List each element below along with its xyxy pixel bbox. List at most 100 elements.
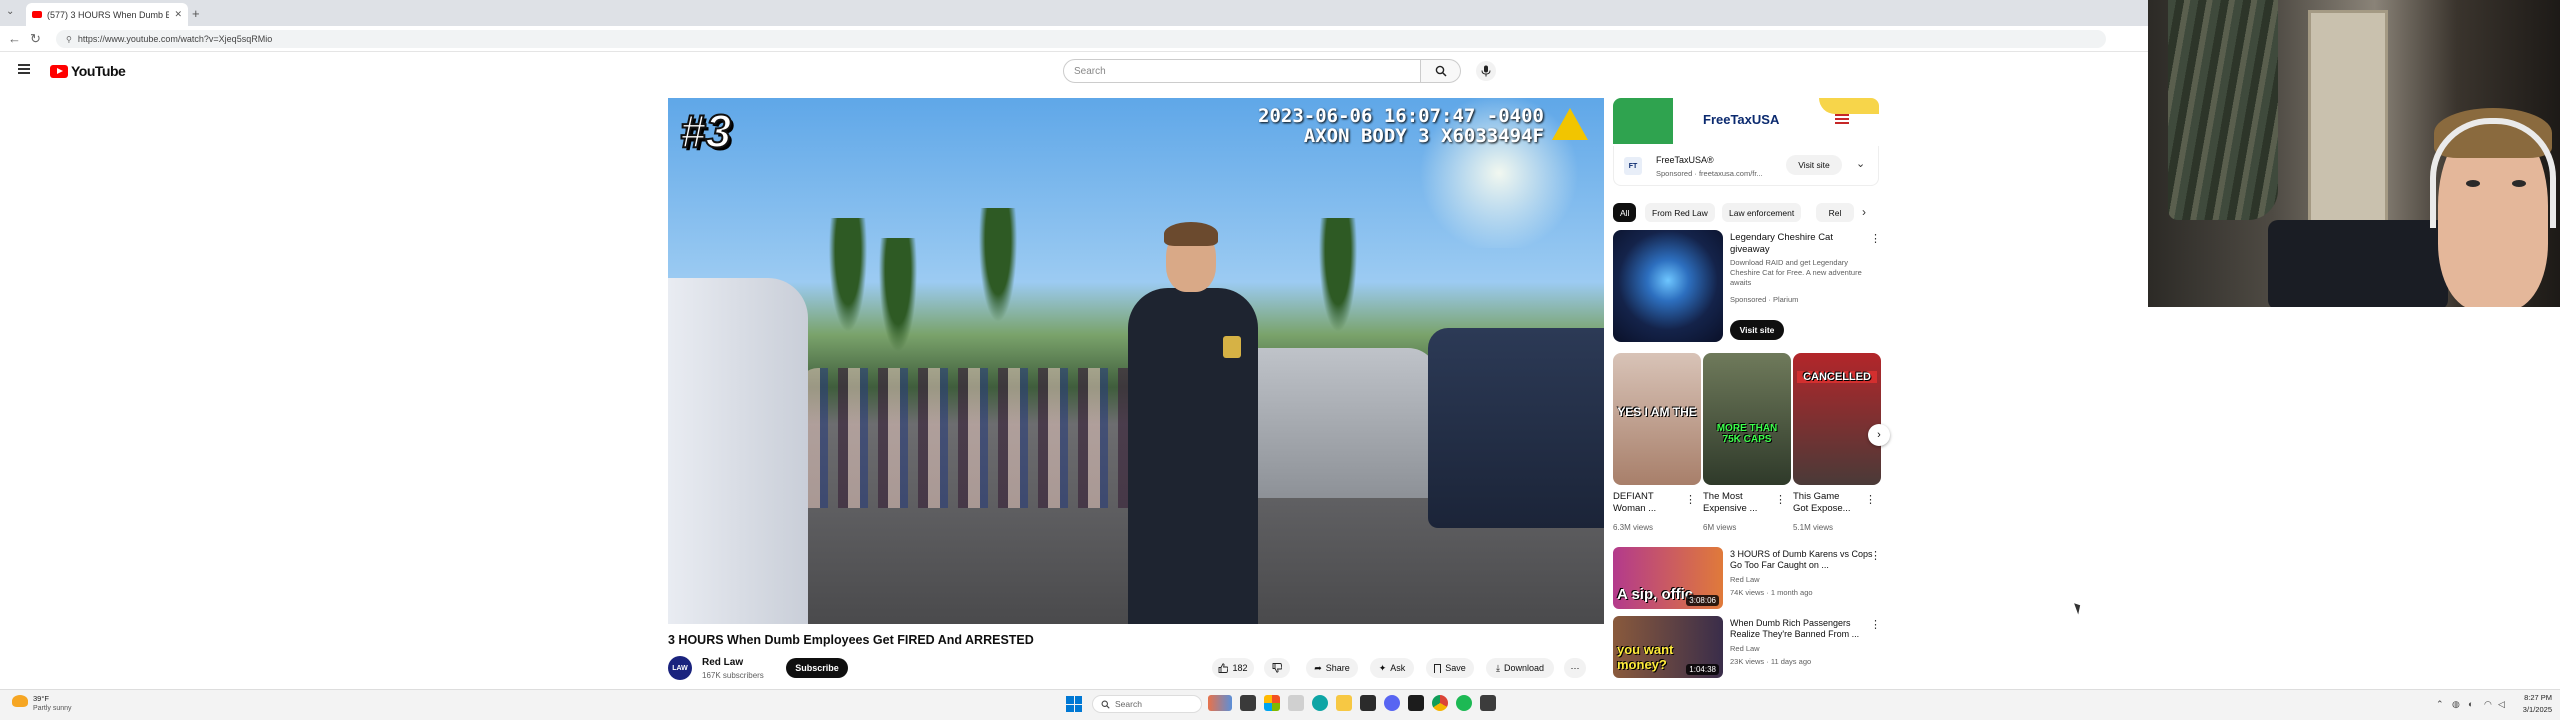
- thumbs-up-icon: [1219, 663, 1229, 673]
- like-button[interactable]: 182: [1212, 658, 1254, 678]
- clock-time[interactable]: 8:27 PM: [2512, 693, 2552, 702]
- ad-banner[interactable]: FreeTaxUSA: [1613, 98, 1879, 144]
- taskbar-search[interactable]: Search: [1092, 695, 1202, 713]
- more-actions-button[interactable]: ⋯: [1564, 658, 1586, 678]
- recommended-thumbnail[interactable]: A sip, offic 3:08:06: [1613, 547, 1723, 609]
- youtube-logo[interactable]: YouTube: [50, 63, 126, 79]
- site-info-icon[interactable]: ⚲: [66, 35, 72, 44]
- save-button[interactable]: Save: [1426, 658, 1474, 678]
- weather-description: Partly sunny: [33, 705, 72, 712]
- chevron-right-icon[interactable]: ›: [1868, 424, 1890, 446]
- video-player[interactable]: #3 2023-06-06 16:07:47 -0400 AXON BODY 3…: [668, 98, 1604, 624]
- tray-app-icon[interactable]: ◍: [2452, 699, 2460, 710]
- recommended-duration: 3:08:06: [1686, 595, 1719, 606]
- short-thumbnail[interactable]: MORE THAN 75K CAPS: [1703, 353, 1791, 485]
- share-button[interactable]: ➦ Share: [1306, 658, 1358, 678]
- short-thumbnail[interactable]: CANCELLED: [1793, 353, 1881, 485]
- task-view-icon[interactable]: [1240, 695, 1256, 711]
- discord-icon[interactable]: [1384, 695, 1400, 711]
- promo-title[interactable]: Legendary Cheshire Cat giveaway: [1730, 232, 1870, 256]
- promo-thumbnail[interactable]: [1613, 230, 1723, 342]
- weather-icon[interactable]: [12, 695, 28, 707]
- webcam-scene-door: [2308, 10, 2388, 240]
- ask-button[interactable]: ✦ Ask: [1370, 658, 1414, 678]
- file-explorer-icon[interactable]: [1336, 695, 1352, 711]
- promo-more-icon[interactable]: ⋮: [1870, 232, 1881, 245]
- recommended-title[interactable]: 3 HOURS of Dumb Karens vs Cops Go Too Fa…: [1730, 549, 1880, 571]
- weather-temperature[interactable]: 39°F: [33, 694, 49, 703]
- channel-avatar[interactable]: LAW: [668, 656, 692, 680]
- promo-visit-site-button[interactable]: Visit site: [1730, 320, 1784, 340]
- video-overlay-number: #3: [679, 104, 732, 158]
- video-scene-officer: [1118, 208, 1268, 624]
- recommended-title[interactable]: When Dumb Rich Passengers Realize They'r…: [1730, 618, 1880, 640]
- ad-visit-site-button[interactable]: Visit site: [1786, 155, 1842, 175]
- dislike-button[interactable]: [1264, 658, 1290, 678]
- short-more-icon[interactable]: ⋮: [1775, 493, 1786, 506]
- browser-tab-bar: [0, 0, 2148, 26]
- promo-description: Download RAID and get Legendary Cheshire…: [1730, 258, 1862, 287]
- search-icon: [1435, 65, 1447, 77]
- webcam-streamer-eye: [2466, 180, 2480, 187]
- headset-icon: [2430, 118, 2556, 228]
- menu-icon[interactable]: [18, 64, 30, 74]
- app-icon[interactable]: [1360, 695, 1376, 711]
- tray-app-icon[interactable]: ◐: [2468, 699, 2473, 709]
- short-more-icon[interactable]: ⋮: [1865, 493, 1876, 506]
- recommended-thumbnail[interactable]: you want money? 1:04:38: [1613, 616, 1723, 678]
- reload-button[interactable]: ↻: [30, 31, 41, 47]
- chevron-right-icon[interactable]: ›: [1862, 205, 1866, 219]
- tab-menu-icon[interactable]: ⌄: [6, 6, 14, 17]
- recommended-channel[interactable]: Red Law: [1730, 575, 1760, 584]
- recommended-channel[interactable]: Red Law: [1730, 644, 1760, 653]
- subscribe-button[interactable]: Subscribe: [786, 658, 848, 678]
- clock-date[interactable]: 3/1/2025: [2512, 705, 2552, 714]
- short-more-icon[interactable]: ⋮: [1685, 493, 1696, 506]
- recommended-more-icon[interactable]: ⋮: [1870, 618, 1881, 631]
- chip-all[interactable]: All: [1613, 203, 1637, 222]
- short-thumbnail[interactable]: YES I AM THE: [1613, 353, 1701, 485]
- wifi-icon[interactable]: ◠: [2484, 699, 2492, 710]
- download-button[interactable]: ⤓ Download: [1486, 658, 1554, 678]
- url-field[interactable]: ⚲ https://www.youtube.com/watch?v=Xjeq5s…: [56, 30, 2106, 48]
- short-title[interactable]: This Game Got Expose...: [1793, 491, 1857, 515]
- chip-law-enforcement[interactable]: Law enforcement: [1722, 203, 1802, 222]
- edge-browser-icon[interactable]: [1312, 695, 1328, 711]
- mouse-cursor-icon: [2074, 601, 2083, 615]
- widgets-icon[interactable]: [1208, 695, 1232, 711]
- video-scene-car: [668, 278, 808, 624]
- copilot-icon[interactable]: [1264, 695, 1280, 711]
- ask-label: Ask: [1390, 663, 1406, 673]
- logo-text: YouTube: [71, 63, 126, 79]
- chip-from-red-law[interactable]: From Red Law: [1645, 203, 1715, 222]
- chrome-icon[interactable]: [1432, 695, 1448, 711]
- chevron-down-icon[interactable]: ⌄: [1856, 157, 1865, 170]
- search-button[interactable]: [1421, 59, 1461, 83]
- channel-name[interactable]: Red Law: [702, 657, 743, 668]
- download-icon: ⤓: [1495, 662, 1500, 673]
- browser-tab[interactable]: (577) 3 HOURS When Dumb E ✕: [26, 3, 188, 26]
- youtube-play-icon: [50, 64, 68, 78]
- short-views: 6M views: [1703, 523, 1737, 532]
- chevron-up-icon[interactable]: ⌃: [2436, 699, 2444, 710]
- webcam-scene-curtain: [2168, 0, 2278, 220]
- start-button[interactable]: [1066, 696, 1082, 712]
- webcam-overlay: [2148, 0, 2560, 307]
- save-label: Save: [1445, 663, 1466, 673]
- short-title[interactable]: The Most Expensive ...: [1703, 491, 1767, 515]
- app-icon[interactable]: [1480, 695, 1496, 711]
- video-scene-car: [1428, 328, 1604, 528]
- volume-icon[interactable]: ◁: [2498, 699, 2505, 710]
- search-input[interactable]: Search: [1063, 59, 1421, 83]
- spotify-icon[interactable]: [1456, 695, 1472, 711]
- share-icon: ➦: [1314, 662, 1322, 673]
- voice-search-button[interactable]: [1476, 61, 1496, 81]
- back-button[interactable]: ←: [8, 31, 21, 46]
- short-title[interactable]: DEFIANT Woman ...: [1613, 491, 1677, 515]
- app-icon[interactable]: [1408, 695, 1424, 711]
- recommended-more-icon[interactable]: ⋮: [1870, 549, 1881, 562]
- chip-related[interactable]: Rel: [1816, 203, 1854, 222]
- new-tab-button[interactable]: +: [192, 6, 200, 21]
- app-icon[interactable]: [1288, 695, 1304, 711]
- close-tab-icon[interactable]: ✕: [174, 9, 182, 20]
